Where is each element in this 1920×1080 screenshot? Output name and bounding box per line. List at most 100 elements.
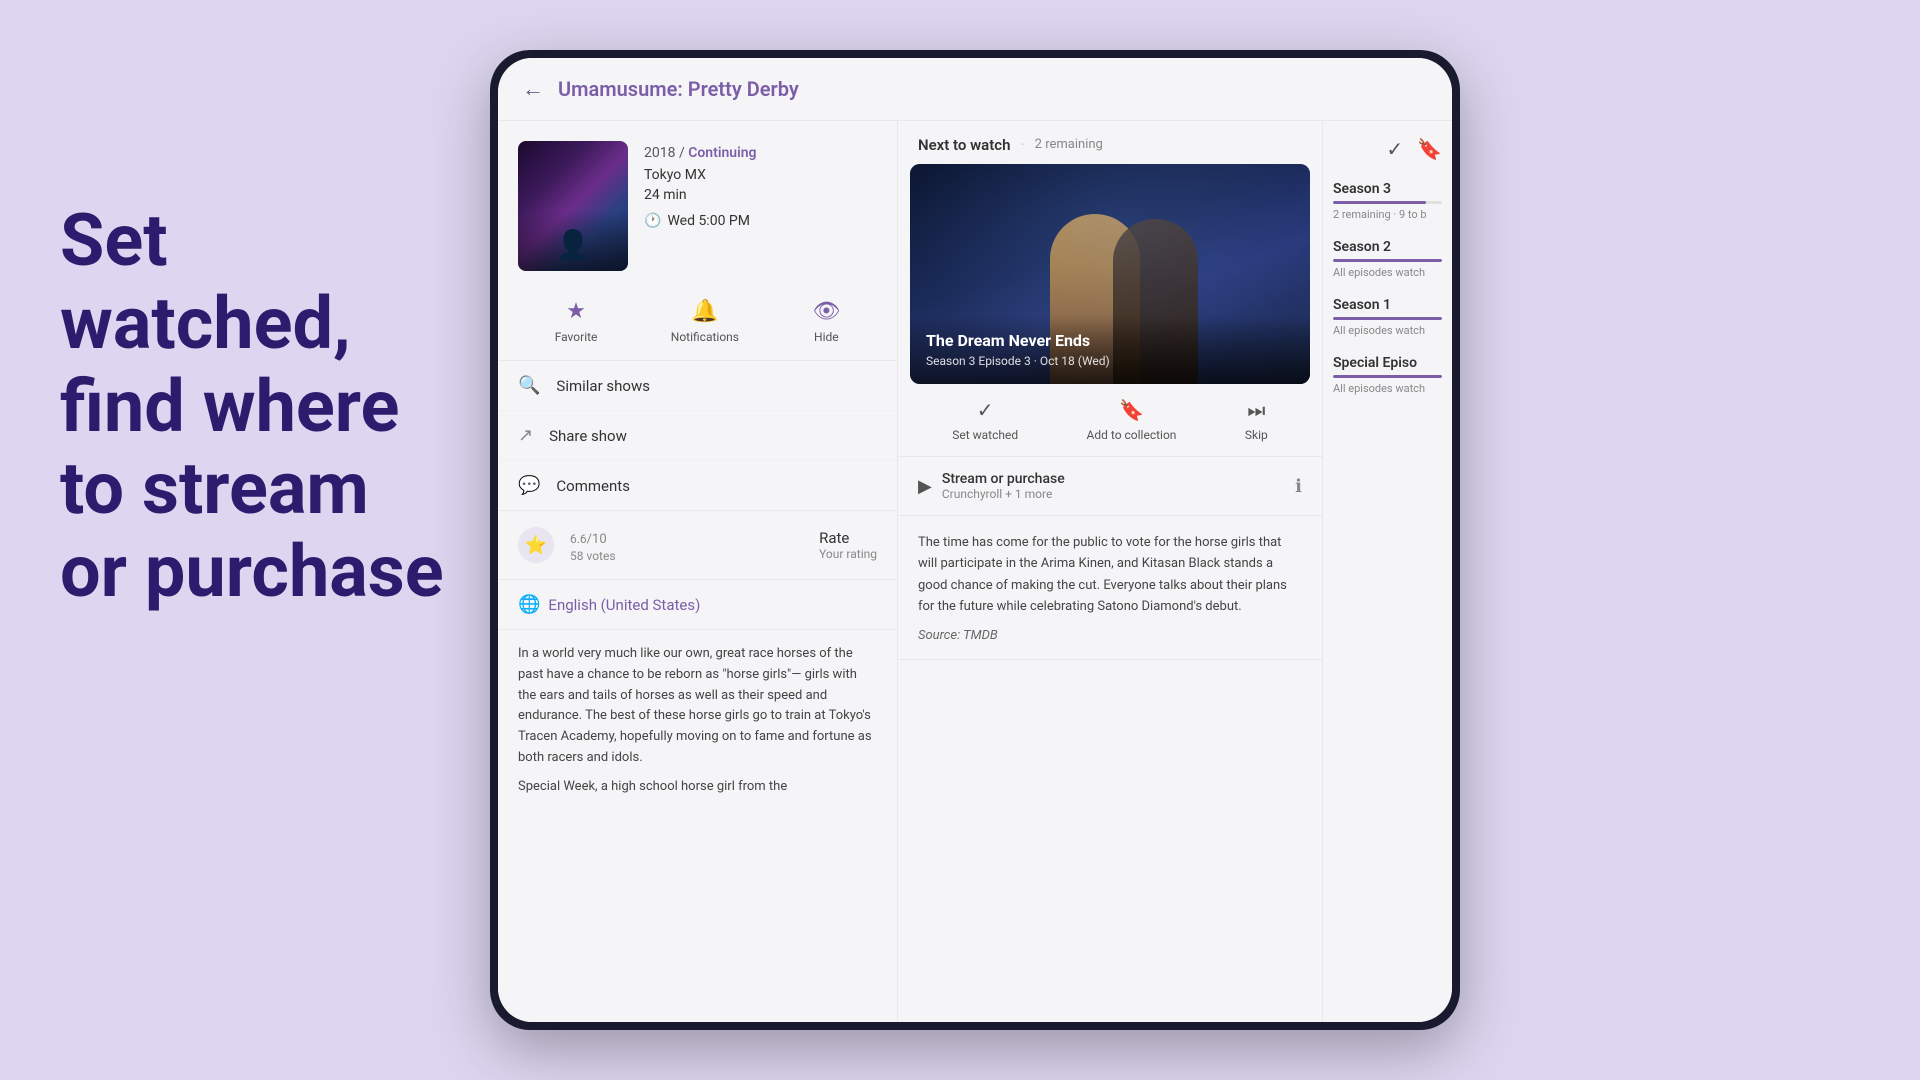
app-header: ← Umamusume: Pretty Derby <box>498 58 1452 121</box>
show-year: 2018 <box>644 145 675 161</box>
device-screen: ← Umamusume: Pretty Derby 2018 / Continu… <box>498 58 1452 1022</box>
tagline-line2: watched, <box>60 281 351 366</box>
special-sub: All episodes watch <box>1333 382 1442 395</box>
season-2-progress-fill <box>1333 259 1442 262</box>
back-button[interactable]: ← <box>522 76 544 102</box>
season-3-name: Season 3 <box>1333 181 1442 197</box>
special-progress-bar <box>1333 375 1442 378</box>
rating-votes: 58 votes <box>570 549 616 563</box>
show-status: Continuing <box>688 145 756 161</box>
season-3-item[interactable]: Season 3 2 remaining · 9 to b <box>1333 181 1442 221</box>
add-collection-label: Add to collection <box>1087 428 1177 442</box>
season-2-progress-bar <box>1333 259 1442 262</box>
season-1-progress-fill <box>1333 317 1442 320</box>
tagline-line4: to stream <box>60 446 369 531</box>
tagline-line3: find where <box>60 364 399 449</box>
season-3-progress-fill <box>1333 201 1426 204</box>
bell-icon: 🔔 <box>691 299 718 324</box>
show-separator: / <box>679 145 685 161</box>
notifications-label: Notifications <box>671 330 739 344</box>
special-episodes-name: Special Episo <box>1333 355 1442 371</box>
share-show-label: Share show <box>549 427 627 445</box>
season-2-item[interactable]: Season 2 All episodes watch <box>1333 239 1442 279</box>
similar-shows-item[interactable]: 🔍 Similar shows <box>498 361 897 411</box>
show-description2: Special Week, a high school horse girl f… <box>518 777 877 798</box>
season-2-name: Season 2 <box>1333 239 1442 255</box>
share-show-item[interactable]: ↗ Share show <box>498 411 897 461</box>
next-watch-separator: · <box>1020 135 1024 154</box>
clock-icon: 🕐 <box>644 213 661 229</box>
special-progress-fill <box>1333 375 1442 378</box>
set-watched-button[interactable]: ✓ Set watched <box>952 398 1018 442</box>
skip-icon: ⏭ <box>1247 398 1265 422</box>
main-content: 2018 / Continuing Tokyo MX 24 min 🕐 Wed … <box>498 121 1452 1022</box>
favorite-button[interactable]: ★ Favorite <box>555 299 598 344</box>
comments-item[interactable]: 💬 Comments <box>498 461 897 510</box>
rating-section: ⭐ 6.6/10 58 votes Rate Your rating <box>498 511 897 580</box>
show-meta: 2018 / Continuing Tokyo MX 24 min 🕐 Wed … <box>644 141 877 229</box>
skip-label: Skip <box>1245 428 1268 442</box>
eye-icon: 👁 <box>812 299 840 324</box>
menu-items: 🔍 Similar shows ↗ Share show 💬 Comments <box>498 361 897 511</box>
show-description: In a world very much like our own, great… <box>518 644 877 769</box>
device-frame: ← Umamusume: Pretty Derby 2018 / Continu… <box>490 50 1460 1030</box>
bookmark-top-icon[interactable]: 🔖 <box>1417 137 1442 161</box>
show-network: Tokyo MX <box>644 167 877 183</box>
rating-avatar: ⭐ <box>518 527 554 563</box>
show-duration: 24 min <box>644 187 877 203</box>
action-buttons: ★ Favorite 🔔 Notifications 👁 Hide <box>498 287 897 361</box>
stream-label: Stream or purchase <box>942 471 1065 487</box>
favorite-label: Favorite <box>555 330 598 344</box>
stream-sub: Crunchyroll + 1 more <box>942 487 1065 501</box>
special-episodes-item[interactable]: Special Episo All episodes watch <box>1333 355 1442 395</box>
set-watched-label: Set watched <box>952 428 1018 442</box>
language-selector[interactable]: 🌐 English (United States) <box>518 594 877 615</box>
check-top-icon[interactable]: ✓ <box>1386 137 1403 161</box>
similar-shows-label: Similar shows <box>556 377 650 395</box>
add-collection-button[interactable]: 🔖 Add to collection <box>1087 398 1177 442</box>
globe-icon: 🌐 <box>518 594 540 615</box>
comment-icon: 💬 <box>518 475 540 496</box>
seasons-panel: ✓ 🔖 Season 3 2 remaining · 9 to b Season… <box>1322 121 1452 1022</box>
synopsis-text: The time has come for the public to vote… <box>918 532 1302 618</box>
comments-label: Comments <box>556 477 630 495</box>
hide-label: Hide <box>814 330 839 344</box>
season-1-sub: All episodes watch <box>1333 324 1442 337</box>
episode-actions: ✓ Set watched 🔖 Add to collection ⏭ Skip <box>898 384 1322 457</box>
tagline-line5: or purchase <box>60 529 444 614</box>
season-1-item[interactable]: Season 1 All episodes watch <box>1333 297 1442 337</box>
language-section: 🌐 English (United States) <box>498 580 897 630</box>
remaining-badge: 2 remaining <box>1035 137 1103 152</box>
search-icon: 🔍 <box>518 375 540 396</box>
episode-thumbnail[interactable]: The Dream Never Ends Season 3 Episode 3 … <box>910 164 1310 384</box>
stream-section: ▶ Stream or purchase Crunchyroll + 1 mor… <box>898 457 1322 516</box>
tagline: Set watched, find where to stream or pur… <box>60 200 480 614</box>
skip-button[interactable]: ⏭ Skip <box>1245 398 1268 442</box>
description-section: In a world very much like our own, great… <box>498 630 897 812</box>
play-icon: ▶ <box>918 476 932 497</box>
show-info: 2018 / Continuing Tokyo MX 24 min 🕐 Wed … <box>498 121 897 287</box>
hide-button[interactable]: 👁 Hide <box>812 299 840 344</box>
rate-info: Rate Your rating <box>819 529 877 561</box>
show-schedule: 🕐 Wed 5:00 PM <box>644 213 877 229</box>
show-year-status: 2018 / Continuing <box>644 145 877 161</box>
tagline-line1: Set <box>60 198 168 283</box>
stream-left: ▶ Stream or purchase Crunchyroll + 1 mor… <box>918 471 1065 501</box>
season-2-sub: All episodes watch <box>1333 266 1442 279</box>
synopsis-section: The time has come for the public to vote… <box>898 516 1322 660</box>
stream-info: Stream or purchase Crunchyroll + 1 more <box>942 471 1065 501</box>
season-1-name: Season 1 <box>1333 297 1442 313</box>
language-label: English (United States) <box>548 596 700 614</box>
info-icon[interactable]: ℹ <box>1295 476 1302 497</box>
show-poster <box>518 141 628 271</box>
top-icons: ✓ 🔖 <box>1333 137 1442 161</box>
app-title: Umamusume: Pretty Derby <box>558 77 799 101</box>
season-3-sub: 2 remaining · 9 to b <box>1333 208 1442 221</box>
favorite-icon: ★ <box>566 299 586 324</box>
rating-info: 6.6/10 58 votes <box>570 528 616 563</box>
season-3-progress-bar <box>1333 201 1442 204</box>
right-panel: Next to watch · 2 remaining The Dream Ne… <box>898 121 1322 1022</box>
your-rating-label: Your rating <box>819 547 877 561</box>
notifications-button[interactable]: 🔔 Notifications <box>671 299 739 344</box>
schedule-text: Wed 5:00 PM <box>667 213 750 229</box>
